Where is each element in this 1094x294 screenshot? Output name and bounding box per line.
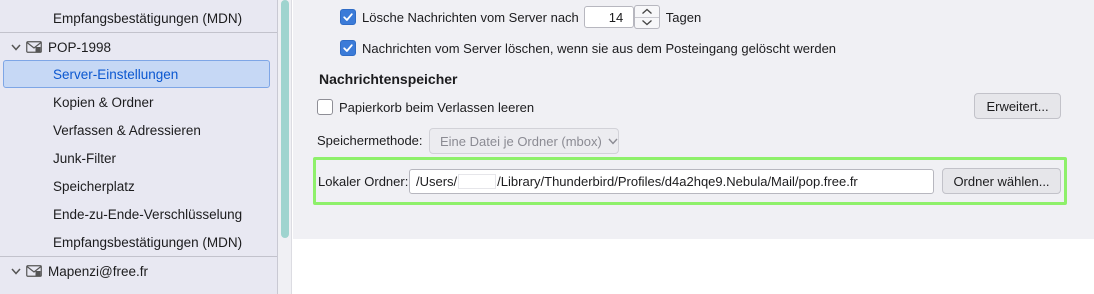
days-spinner[interactable]	[633, 5, 660, 29]
delete-when-removed-checkbox[interactable]	[340, 40, 356, 56]
storage-method-label: Speichermethode:	[317, 133, 423, 148]
sidebar-account-mapenzi[interactable]: Mapenzi@free.fr	[0, 257, 277, 285]
sidebar-item-server-settings[interactable]: Server-Einstellungen	[3, 60, 270, 88]
sidebar-item-e2e-encryption[interactable]: Ende-zu-Ende-Verschlüsselung	[0, 200, 277, 228]
chevron-up-icon	[641, 8, 652, 14]
empty-trash-label: Papierkorb beim Verlassen leeren	[339, 99, 535, 115]
chevron-down-icon[interactable]	[9, 268, 23, 275]
spin-down-button[interactable]	[634, 16, 659, 29]
sidebar-item-label: Kopien & Ordner	[53, 94, 154, 110]
redacted-username	[458, 174, 497, 189]
spin-up-button[interactable]	[635, 6, 659, 17]
delete-after-days-label: Lösche Nachrichten vom Server nach	[362, 9, 579, 25]
advanced-button[interactable]: Erweitert...	[974, 93, 1061, 119]
storage-method-value: Eine Datei je Ordner (mbox)	[440, 133, 602, 149]
account-name: Mapenzi@free.fr	[48, 263, 148, 279]
delete-after-days-checkbox[interactable]	[340, 9, 356, 25]
panel-empty-area	[293, 239, 1094, 294]
sidebar-item-composition[interactable]: Verfassen & Adressieren	[0, 116, 277, 144]
chevron-down-icon[interactable]	[9, 44, 23, 51]
chevron-down-icon	[641, 20, 652, 26]
empty-trash-checkbox[interactable]	[317, 99, 333, 115]
sidebar-item-copies-folders[interactable]: Kopien & Ordner	[0, 88, 277, 116]
path-prefix: /Users/	[416, 174, 458, 189]
delete-when-removed-label: Nachrichten vom Server löschen, wenn sie…	[362, 40, 837, 56]
sidebar-item-mdn[interactable]: Empfangsbestätigungen (MDN)	[0, 228, 277, 256]
checkmark-icon	[343, 44, 353, 52]
delete-when-removed-row: Nachrichten vom Server löschen, wenn sie…	[340, 40, 836, 56]
sidebar-item-label: Speicherplatz	[53, 178, 135, 194]
empty-trash-row: Papierkorb beim Verlassen leeren	[317, 99, 534, 115]
sidebar-item-label: Verfassen & Adressieren	[53, 122, 201, 138]
account-sidebar: Empfangsbestätigungen (MDN) POP-1998 Ser…	[0, 0, 278, 294]
delete-after-days-row: Lösche Nachrichten vom Server nach 14 Ta…	[340, 5, 701, 29]
local-folder-label: Lokaler Ordner:	[318, 174, 409, 189]
days-unit-label: Tagen	[665, 9, 702, 25]
mail-account-icon	[26, 265, 42, 277]
sidebar-item-label: Junk-Filter	[53, 150, 117, 166]
sidebar-scrollbar[interactable]	[278, 0, 292, 294]
days-input[interactable]: 14	[583, 6, 634, 28]
sidebar-item-mdn-previous[interactable]: Empfangsbestätigungen (MDN)	[0, 4, 277, 32]
checkmark-icon	[343, 13, 353, 21]
mail-account-icon	[26, 41, 42, 53]
sidebar-item-disk-space[interactable]: Speicherplatz	[0, 172, 277, 200]
section-title-message-storage: Nachrichtenspeicher	[319, 71, 458, 87]
path-suffix: /Library/Thunderbird/Profiles/d4a2hqe9.N…	[497, 174, 858, 189]
chevron-down-icon	[608, 138, 618, 145]
sidebar-item-label: Empfangsbestätigungen (MDN)	[53, 10, 243, 26]
sidebar-account-pop-1998[interactable]: POP-1998	[0, 33, 277, 61]
sidebar-item-junk-filter[interactable]: Junk-Filter	[0, 144, 277, 172]
account-name: POP-1998	[48, 39, 112, 55]
sidebar-item-label: Ende-zu-Ende-Verschlüsselung	[53, 206, 243, 222]
choose-folder-button[interactable]: Ordner wählen...	[942, 168, 1061, 194]
sidebar-item-label: Server-Einstellungen	[53, 66, 179, 82]
scrollbar-thumb[interactable]	[281, 0, 289, 238]
storage-method-select[interactable]: Eine Datei je Ordner (mbox)	[429, 128, 619, 154]
local-folder-path-input[interactable]: /Users/ /Library/Thunderbird/Profiles/d4…	[409, 169, 934, 194]
sidebar-item-label: Empfangsbestätigungen (MDN)	[53, 234, 243, 250]
